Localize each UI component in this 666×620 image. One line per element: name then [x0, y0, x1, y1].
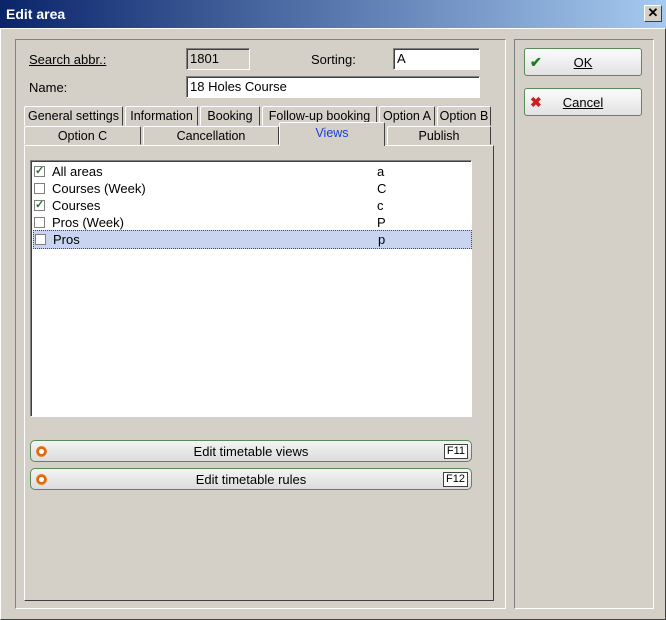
cancel-label: Cancel [525, 95, 641, 110]
tab-option-c[interactable]: Option C [24, 126, 141, 145]
list-item[interactable]: Pros (Week) P [33, 214, 470, 231]
list-item[interactable]: ✓ All areas a [33, 163, 470, 180]
view-name: All areas [52, 164, 103, 179]
close-icon: ✕ [647, 5, 659, 20]
sorting-field[interactable]: A [393, 48, 480, 70]
search-abbr-field[interactable]: 1801 [186, 48, 250, 70]
checkbox-pros[interactable] [35, 234, 46, 245]
checkbox-courses[interactable]: ✓ [34, 200, 45, 211]
search-abbr-label: Search abbr.: [29, 52, 106, 67]
sorting-label: Sorting: [311, 52, 356, 67]
views-list[interactable]: ✓ All areas a Courses (Week) C ✓ Courses… [30, 160, 472, 417]
cancel-label-text: Cancel [562, 95, 604, 110]
tab-views[interactable]: Views [279, 122, 385, 146]
tab-information[interactable]: Information [125, 106, 198, 126]
title-bar: Edit area ✕ [0, 0, 666, 28]
view-code: a [377, 164, 385, 179]
checkbox-all-areas[interactable]: ✓ [34, 166, 45, 177]
list-item-selected[interactable]: Pros p [33, 230, 472, 249]
list-item[interactable]: Courses (Week) C [33, 180, 470, 197]
f11-key-badge: F11 [443, 444, 468, 459]
view-name: Pros (Week) [52, 215, 124, 230]
view-code: p [378, 232, 386, 247]
checkbox-check-icon: ✓ [35, 199, 45, 211]
ok-label-text: OK [573, 55, 593, 70]
window-title: Edit area [6, 6, 66, 22]
list-item[interactable]: ✓ Courses c [33, 197, 470, 214]
checkbox-pros-week[interactable] [34, 217, 45, 228]
edit-views-label: Edit timetable views [193, 444, 309, 459]
tab-general-settings[interactable]: General settings [24, 106, 123, 126]
view-code: c [377, 198, 384, 213]
view-name: Courses (Week) [52, 181, 146, 196]
name-field[interactable]: 18 Holes Course [186, 76, 480, 98]
view-code: C [377, 181, 387, 196]
tab-option-a[interactable]: Option A [379, 106, 435, 126]
checkbox-check-icon: ✓ [35, 165, 45, 177]
tab-publish[interactable]: Publish [387, 126, 491, 145]
tab-option-b[interactable]: Option B [437, 106, 491, 126]
checkbox-courses-week[interactable] [34, 183, 45, 194]
name-label: Name: [29, 80, 68, 95]
view-name: Pros [53, 232, 80, 247]
cancel-button[interactable]: ✖ Cancel [524, 88, 642, 116]
button-panel [514, 39, 654, 609]
edit-timetable-rules-button[interactable]: Edit timetable rules F12 [30, 468, 472, 490]
tab-booking[interactable]: Booking [200, 106, 260, 126]
ok-label: OK [525, 55, 641, 70]
search-abbr-label-text: Search abbr.: [29, 52, 107, 67]
view-name: Courses [52, 198, 101, 213]
f12-key-badge: F12 [443, 472, 468, 487]
tab-cancellation[interactable]: Cancellation [143, 126, 279, 145]
ok-button[interactable]: ✔ OK [524, 48, 642, 76]
edit-rules-label: Edit timetable rules [195, 472, 307, 487]
view-code: P [377, 215, 386, 230]
edit-timetable-views-button[interactable]: Edit timetable views F11 [30, 440, 472, 462]
close-button[interactable]: ✕ [644, 5, 662, 22]
